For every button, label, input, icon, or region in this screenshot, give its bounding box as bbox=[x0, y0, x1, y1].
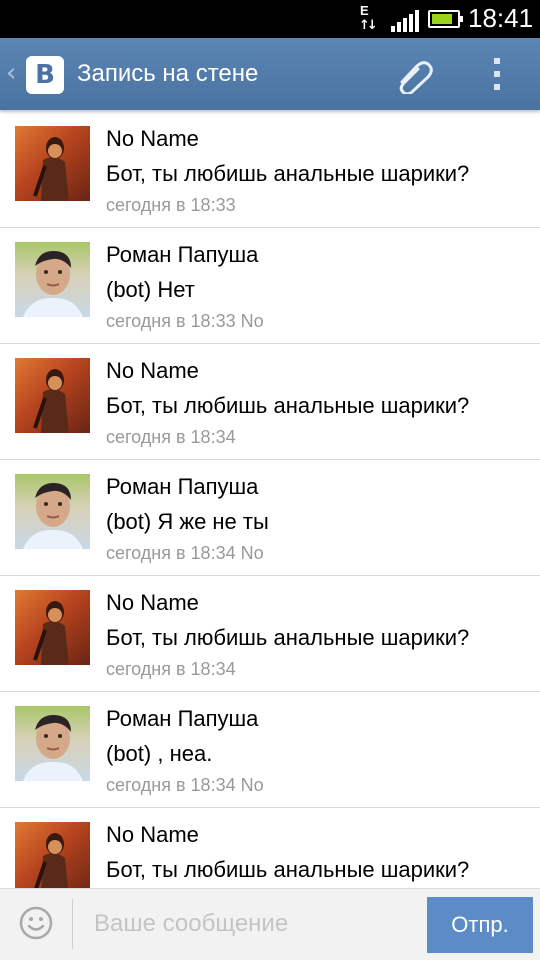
message-meta: сегодня в 18:34 bbox=[106, 427, 236, 447]
message-author[interactable]: No Name bbox=[106, 126, 199, 152]
message-item[interactable]: No Name Бот, ты любишь анальные шарики? bbox=[0, 808, 540, 888]
woman-avatar[interactable] bbox=[15, 822, 90, 888]
network-type-icon: E ↑↓ bbox=[359, 3, 378, 33]
man-avatar[interactable] bbox=[15, 474, 90, 549]
message-item[interactable]: No Name Бот, ты любишь анальные шарики? … bbox=[0, 344, 540, 460]
message-item[interactable]: Роман Папуша (bot) Нет сегодня в 18:33 N… bbox=[0, 228, 540, 344]
battery-icon bbox=[428, 10, 463, 28]
message-meta: сегодня в 18:33 No bbox=[106, 311, 264, 331]
back-arrow-icon[interactable]: ‹ bbox=[6, 58, 16, 88]
message-list[interactable]: No Name Бот, ты любишь анальные шарики? … bbox=[0, 112, 540, 888]
message-text: (bot) Я же не ты bbox=[106, 509, 269, 534]
title-bar: ‹ В Запись на стене bbox=[0, 38, 540, 110]
network-type-label: E bbox=[360, 3, 369, 18]
woman-avatar[interactable] bbox=[15, 358, 90, 433]
man-avatar[interactable] bbox=[15, 242, 90, 317]
composer-divider bbox=[72, 899, 73, 949]
message-meta: сегодня в 18:34 No bbox=[106, 543, 264, 563]
overflow-menu-icon[interactable] bbox=[490, 56, 504, 94]
message-meta: сегодня в 18:34 bbox=[106, 659, 236, 679]
message-author[interactable]: Роман Папуша bbox=[106, 474, 258, 500]
smile-icon[interactable] bbox=[19, 906, 53, 940]
message-author[interactable]: Роман Папуша bbox=[106, 242, 258, 268]
message-meta: сегодня в 18:33 bbox=[106, 195, 236, 215]
message-meta: сегодня в 18:34 No bbox=[106, 775, 264, 795]
message-text: Бот, ты любишь анальные шарики? bbox=[106, 161, 470, 186]
message-item[interactable]: No Name Бот, ты любишь анальные шарики? … bbox=[0, 576, 540, 692]
message-item[interactable]: Роман Папуша (bot) , неа. сегодня в 18:3… bbox=[0, 692, 540, 808]
message-composer: Отпр. bbox=[0, 888, 540, 960]
message-text: Бот, ты любишь анальные шарики? bbox=[106, 857, 470, 882]
page-title: Запись на стене bbox=[77, 60, 259, 87]
message-author[interactable]: No Name bbox=[106, 590, 199, 616]
send-button[interactable]: Отпр. bbox=[427, 897, 533, 953]
status-bar: E ↑↓ 18:41 bbox=[0, 0, 540, 38]
message-author[interactable]: No Name bbox=[106, 822, 199, 848]
vk-logo[interactable]: В bbox=[26, 56, 64, 94]
message-text: (bot) , неа. bbox=[106, 741, 213, 766]
woman-avatar[interactable] bbox=[15, 590, 90, 665]
status-time: 18:41 bbox=[468, 3, 534, 33]
man-avatar[interactable] bbox=[15, 706, 90, 781]
message-item[interactable]: No Name Бот, ты любишь анальные шарики? … bbox=[0, 112, 540, 228]
message-item[interactable]: Роман Папуша (bot) Я же не ты сегодня в … bbox=[0, 460, 540, 576]
message-author[interactable]: Роман Папуша bbox=[106, 706, 258, 732]
woman-avatar[interactable] bbox=[15, 126, 90, 201]
signal-icon bbox=[391, 10, 421, 32]
message-text: Бот, ты любишь анальные шарики? bbox=[106, 393, 470, 418]
message-author[interactable]: No Name bbox=[106, 358, 199, 384]
message-text: Бот, ты любишь анальные шарики? bbox=[106, 625, 470, 650]
message-input[interactable] bbox=[84, 901, 414, 947]
attach-icon[interactable] bbox=[392, 56, 436, 94]
message-text: (bot) Нет bbox=[106, 277, 195, 302]
